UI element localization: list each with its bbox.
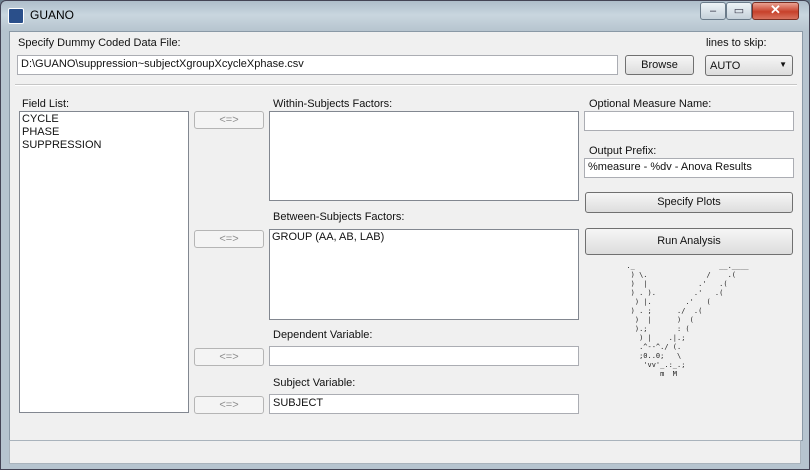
measure-label: Optional Measure Name: — [589, 98, 712, 110]
skip-select[interactable]: AUTO ▼ — [705, 55, 793, 76]
skip-label: lines to skip: — [706, 37, 767, 49]
field-list-label: Field List: — [22, 98, 70, 110]
field-list[interactable]: CYCLE PHASE SUPPRESSION — [19, 111, 189, 413]
file-path-input[interactable]: D:\GUANO\suppression~subjectXgroupXcycle… — [17, 55, 618, 75]
chevron-down-icon: ▼ — [779, 60, 787, 69]
measure-input[interactable] — [584, 111, 794, 131]
list-item[interactable]: CYCLE — [22, 113, 186, 126]
minimize-icon: – — [709, 5, 717, 17]
within-list[interactable] — [269, 111, 579, 201]
browse-button[interactable]: Browse — [625, 55, 694, 75]
list-item[interactable]: PHASE — [22, 126, 186, 139]
main-panel: Specify Dummy Coded Data File: D:\GUANO\… — [9, 31, 803, 441]
status-bar — [9, 440, 801, 464]
close-button[interactable]: ✕ — [752, 2, 799, 20]
bat-logo: ._ __.____ ) \. / .( ) | .' .( ) . ). .'… — [626, 262, 749, 378]
minimize-button[interactable]: – — [700, 2, 726, 20]
app-window: GUANO – ▭ ✕ Specify Dummy Coded Data Fil… — [0, 0, 810, 470]
skip-value: AUTO — [710, 60, 741, 72]
maximize-button[interactable]: ▭ — [726, 2, 752, 20]
within-label: Within-Subjects Factors: — [273, 98, 393, 110]
dependent-label: Dependent Variable: — [273, 329, 373, 341]
prefix-label: Output Prefix: — [589, 145, 657, 157]
list-item[interactable]: GROUP (AA, AB, LAB) — [272, 231, 576, 244]
close-icon: ✕ — [770, 2, 781, 17]
file-label: Specify Dummy Coded Data File: — [18, 37, 181, 49]
dependent-input[interactable] — [269, 346, 579, 366]
within-move-button[interactable]: <=> — [194, 111, 264, 129]
dependent-move-button[interactable]: <=> — [194, 348, 264, 366]
specify-plots-button[interactable]: Specify Plots — [585, 192, 793, 213]
subject-move-button[interactable]: <=> — [194, 396, 264, 414]
divider — [15, 84, 797, 86]
between-move-button[interactable]: <=> — [194, 230, 264, 248]
window-title: GUANO — [30, 8, 75, 22]
subject-input[interactable]: SUBJECT — [269, 394, 579, 414]
run-analysis-button[interactable]: Run Analysis — [585, 228, 793, 255]
list-item[interactable]: SUPPRESSION — [22, 139, 186, 152]
app-icon — [8, 8, 24, 24]
maximize-icon: ▭ — [733, 5, 745, 17]
title-bar[interactable]: GUANO – ▭ ✕ — [1, 1, 809, 31]
between-list[interactable]: GROUP (AA, AB, LAB) — [269, 229, 579, 320]
subject-label: Subject Variable: — [273, 377, 356, 389]
between-label: Between-Subjects Factors: — [273, 211, 405, 223]
prefix-input[interactable]: %measure - %dv - Anova Results — [584, 158, 794, 178]
